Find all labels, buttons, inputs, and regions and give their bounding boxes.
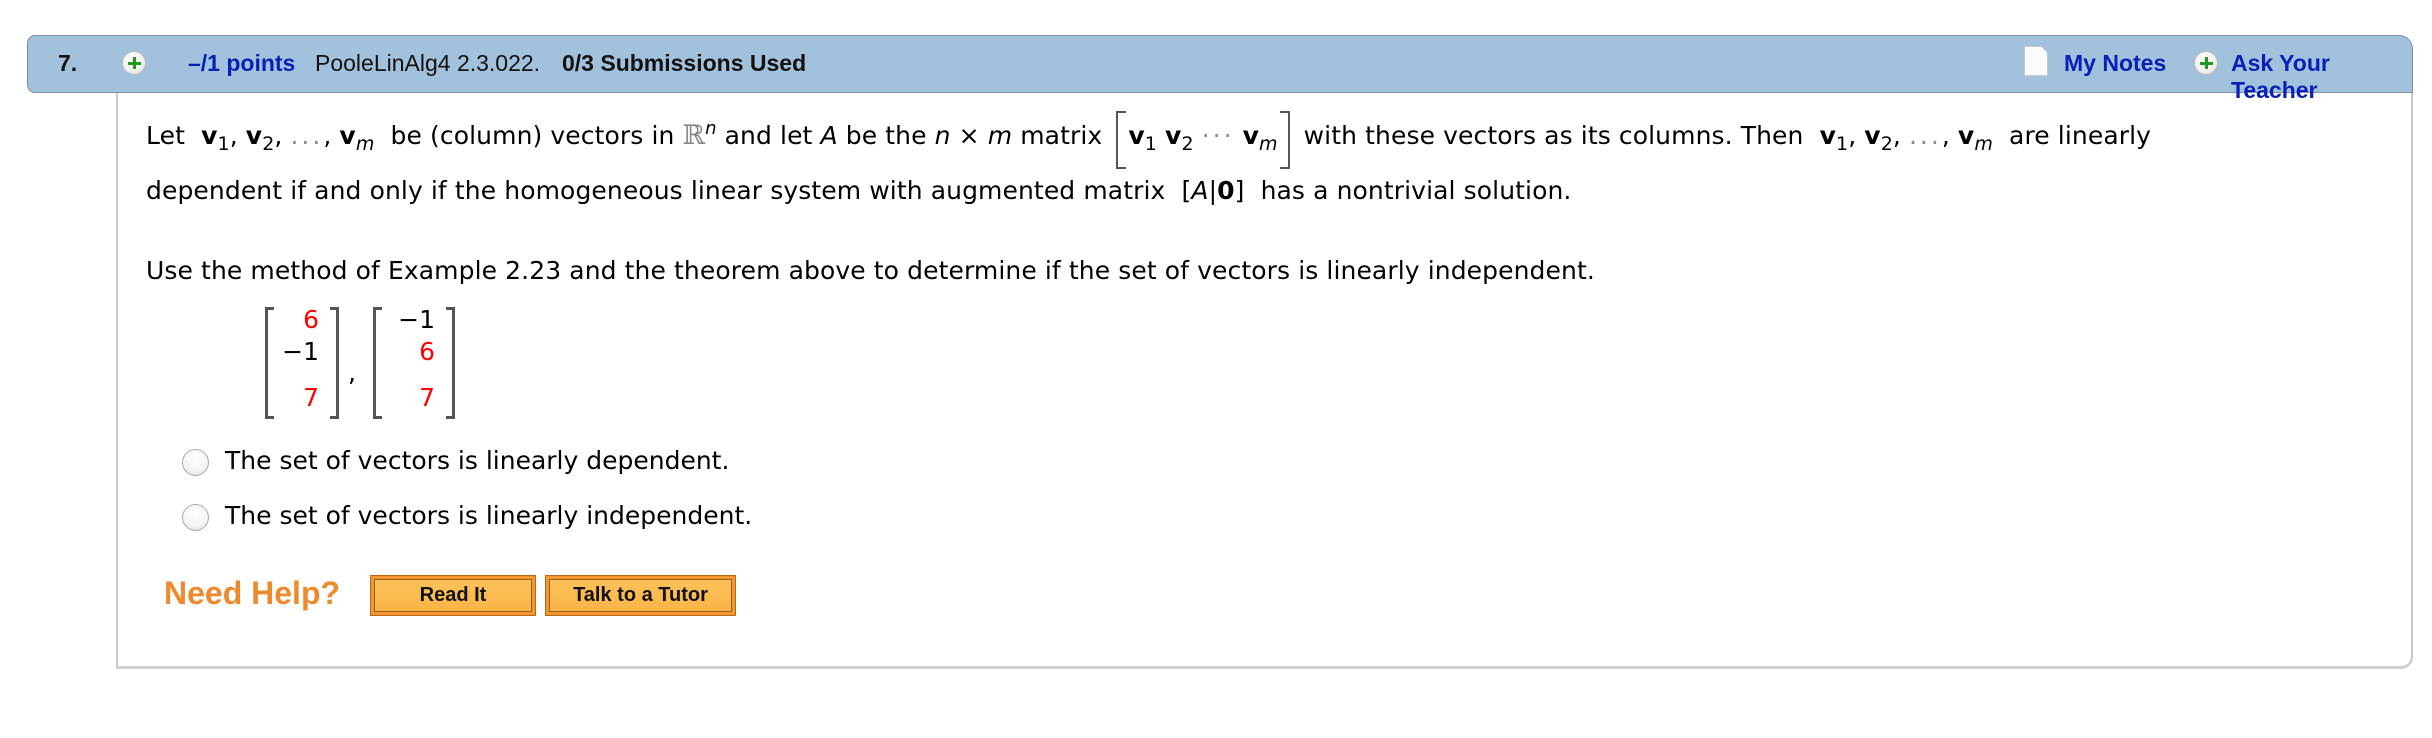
option-label-dependent[interactable]: The set of vectors is linearly dependent…: [225, 446, 729, 475]
text: has a nontrivial solution.: [1260, 176, 1572, 205]
points-link[interactable]: –/1 points: [188, 50, 295, 77]
question-header: 7. –/1 points PooleLinAlg4 2.3.022. 0/3 …: [27, 35, 2413, 103]
subscript: 2: [1181, 133, 1194, 155]
plus-circle-icon[interactable]: [2194, 51, 2218, 75]
vector-entry: −1: [282, 337, 319, 366]
right-bracket: [446, 307, 455, 419]
text: and let: [724, 121, 813, 150]
submissions-used: 0/3 Submissions Used: [562, 50, 807, 76]
subscript: m: [355, 133, 375, 155]
bracket: ]: [1234, 176, 1245, 205]
superscript: n: [705, 118, 717, 139]
text: be (column) vectors in: [390, 121, 675, 150]
left-bracket: [373, 307, 382, 419]
read-it-label: Read It: [374, 579, 532, 612]
vector-entry: 7: [419, 383, 435, 412]
theorem-line-2: dependent if and only if the homogeneous…: [146, 176, 1571, 205]
text: Let: [146, 121, 185, 150]
vector-symbol: v: [201, 121, 218, 150]
plus-circle-icon[interactable]: [122, 51, 146, 75]
subscript: 2: [1880, 133, 1893, 155]
read-it-button[interactable]: Read It: [370, 575, 536, 616]
ellipsis: ...: [290, 121, 324, 150]
text: ,: [1941, 121, 1950, 150]
vector-entry: 7: [303, 383, 319, 412]
vector-symbol: v: [1957, 121, 1975, 150]
instruction: Use the method of Example 2.23 and the t…: [146, 256, 1595, 285]
radio-independent[interactable]: [182, 504, 209, 531]
ellipsis: ...: [1908, 121, 1942, 150]
subscript: 1: [217, 133, 230, 155]
need-help-label: Need Help?: [164, 575, 341, 611]
bar: |: [1208, 176, 1218, 205]
talk-to-tutor-label: Talk to a Tutor: [549, 579, 732, 612]
text: ,: [274, 121, 283, 150]
text: with these vectors as its columns. Then: [1303, 121, 1804, 150]
zero-vector: 0: [1217, 176, 1235, 205]
vector-symbol: v: [1819, 121, 1836, 150]
vector-separator: ,: [348, 358, 356, 387]
text: ,: [229, 121, 238, 150]
subscript: 2: [262, 133, 275, 155]
vector-symbol: v: [1242, 121, 1259, 150]
note-icon[interactable]: [2024, 46, 2048, 76]
ellipsis: ···: [1201, 121, 1235, 150]
subscript: 1: [1144, 133, 1157, 155]
text: be the: [845, 121, 927, 150]
vector-2: −1 6 7: [373, 305, 455, 419]
radio-dependent[interactable]: [182, 449, 209, 476]
text: ,: [1892, 121, 1901, 150]
subscript: 1: [1835, 133, 1849, 155]
vector-symbol: v: [245, 121, 263, 150]
text: are linearly: [2009, 121, 2152, 150]
bracket: [: [1181, 176, 1192, 205]
text: ,: [323, 121, 332, 150]
question-id: PooleLinAlg4 2.3.022.: [315, 50, 541, 76]
option-label-independent[interactable]: The set of vectors is linearly independe…: [225, 501, 752, 530]
dimension: n × m: [934, 121, 1013, 150]
subscript: m: [1974, 133, 1993, 155]
vector-symbol: v: [1864, 121, 1881, 150]
text: matrix: [1020, 121, 1103, 150]
text: dependent if and only if the homogeneous…: [146, 176, 1166, 205]
vector-entry: −1: [398, 305, 435, 334]
matrix-symbol: A: [820, 121, 838, 150]
vector-symbol: v: [1165, 121, 1182, 150]
question-number: 7.: [58, 50, 78, 76]
real-numbers-symbol: ℝ: [682, 120, 706, 151]
vector-1: 6 −1 7: [265, 305, 339, 419]
text: ,: [1848, 121, 1857, 150]
column-matrix: v1 v2 ··· vm: [1116, 111, 1290, 169]
vector-symbol: v: [1128, 121, 1145, 150]
theorem-line-1: Let v1, v2, ..., vm be (column) vectors …: [146, 111, 2152, 169]
subscript: m: [1258, 133, 1278, 155]
vector-symbol: v: [339, 121, 356, 150]
my-notes-link[interactable]: My Notes: [2064, 50, 2166, 77]
right-bracket: [330, 307, 339, 419]
vector-entry: 6: [419, 337, 435, 366]
talk-to-tutor-button[interactable]: Talk to a Tutor: [545, 575, 736, 616]
matrix-symbol: A: [1191, 176, 1209, 205]
left-bracket: [265, 307, 274, 419]
vector-entry: 6: [303, 305, 319, 334]
